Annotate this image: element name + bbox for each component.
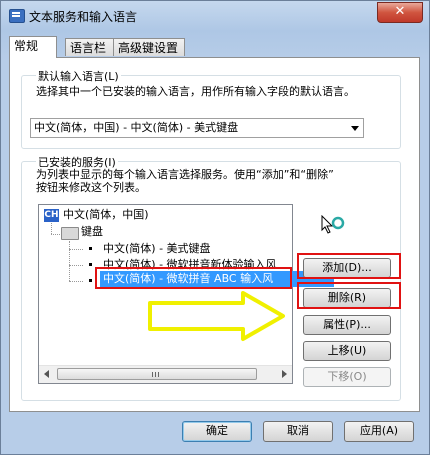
move-down-button: 下移(O) [303, 367, 391, 387]
tree-connector [69, 249, 83, 250]
scrollbar-thumb[interactable] [57, 368, 257, 380]
keyboard-icon [61, 227, 79, 240]
bullet-icon [89, 263, 92, 266]
cancel-button[interactable]: 取消 [263, 421, 333, 442]
tree-connector [51, 223, 52, 234]
scroll-right-icon[interactable] [282, 370, 287, 378]
ok-button[interactable]: 确定 [182, 421, 252, 442]
default-language-description: 选择其中一个已安装的输入语言，用作所有输入字段的默认语言。 [36, 85, 355, 98]
grip-line [158, 372, 159, 377]
bullet-icon [89, 279, 92, 282]
installed-services-description-line1: 为列表中显示的每个输入语言选择服务。使用“添加”和“删除” [36, 168, 334, 181]
grip-line [155, 372, 156, 377]
highlight-box-add [297, 253, 401, 279]
keyboard-app-icon [9, 9, 25, 23]
tree-language-node[interactable]: 中文(简体，中国) [63, 207, 149, 223]
scroll-left-icon[interactable] [44, 370, 49, 378]
tab-general[interactable]: 常规 [9, 36, 57, 58]
grip-line [152, 372, 153, 377]
move-up-button[interactable]: 上移(U) [303, 341, 391, 361]
apply-button[interactable]: 应用(A) [344, 421, 414, 442]
close-button[interactable]: ✕ [377, 2, 423, 23]
highlight-box-remove [297, 282, 401, 309]
default-language-select[interactable]: 中文(简体，中国) - 中文(简体) - 美式键盘 [30, 118, 364, 138]
tree-connector [51, 234, 60, 235]
default-language-selected-value: 中文(简体，中国) - 中文(简体) - 美式键盘 [34, 121, 239, 134]
title-bar: 文本服务和输入语言 ✕ [1, 1, 429, 31]
dialog-window: 文本服务和输入语言 ✕ 常规 语言栏 高级键设置 默认输入语言(L) 选择其中一… [0, 0, 430, 455]
mouse-cursor-icon [321, 215, 345, 234]
window-title: 文本服务和输入语言 [29, 10, 138, 24]
tree-keyboard-node[interactable]: 键盘 [81, 224, 103, 240]
bullet-icon [89, 247, 92, 250]
tab-language-bar[interactable]: 语言栏 [65, 38, 115, 56]
tab-advanced-key-settings[interactable]: 高级键设置 [113, 38, 185, 56]
installed-services-description-line2: 按钮来修改这个列表。 [36, 181, 146, 194]
tree-connector [69, 281, 83, 282]
language-badge: CH [44, 209, 59, 222]
highlight-box-selected-item [95, 267, 292, 289]
tree-service-item[interactable]: 中文(简体) - 美式键盘 [103, 241, 211, 257]
tree-horizontal-scrollbar[interactable] [39, 365, 292, 383]
chevron-down-icon[interactable] [351, 126, 359, 131]
default-language-group-title: 默认输入语言(L) [36, 68, 121, 84]
properties-button[interactable]: 属性(P)... [303, 315, 391, 335]
tree-connector [69, 241, 70, 281]
tree-connector [69, 265, 83, 266]
annotation-arrow-icon [148, 291, 285, 341]
